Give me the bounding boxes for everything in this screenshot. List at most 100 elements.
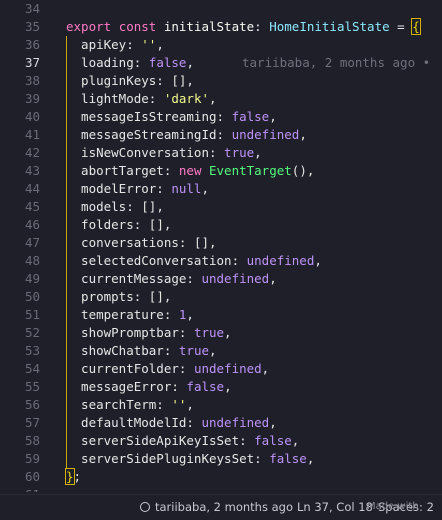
line-number: 42: [24, 145, 40, 160]
status-bar: tariibaba, 2 months ago Ln 37, Col 18 Sp…: [0, 494, 442, 520]
line-number: 43: [24, 163, 40, 178]
code-token: false: [148, 55, 187, 70]
line-number: 50: [24, 289, 40, 304]
code-token: loading:: [66, 55, 149, 70]
code-line[interactable]: 55 messageError: false,: [0, 378, 442, 396]
code-text: showPromptbar: true,: [66, 324, 232, 342]
code-line[interactable]: 59 serverSidePluginKeysSet: false,: [0, 450, 442, 468]
code-token: undefined: [231, 127, 300, 142]
code-token: ,: [186, 397, 194, 412]
code-token: ,: [224, 325, 232, 340]
line-number: 35: [24, 19, 40, 34]
code-text: folders: [],: [66, 216, 171, 234]
code-line[interactable]: 35 export const initialState: HomeInitial…: [0, 18, 442, 36]
code-text: modelError: null,: [66, 180, 209, 198]
code-text: currentMessage: undefined,: [66, 270, 277, 288]
line-number: 34: [24, 1, 40, 16]
code-line[interactable]: 37 loading: false, tariibaba, 2 months ag…: [0, 54, 442, 72]
code-line[interactable]: 44 modelError: null,: [0, 180, 442, 198]
code-token: conversations:: [66, 235, 194, 250]
code-line[interactable]: 46 folders: [],: [0, 216, 442, 234]
code-line[interactable]: 52 showPromptbar: true,: [0, 324, 442, 342]
code-text: apiKey: '',: [66, 36, 164, 54]
code-line[interactable]: 54 currentFolder: undefined,: [0, 360, 442, 378]
code-token: searchTerm:: [66, 397, 172, 412]
code-token: initialState: [163, 19, 255, 34]
cursor-position[interactable]: Ln 37, Col 18: [297, 500, 373, 514]
code-text: messageError: false,: [66, 378, 232, 396]
code-token: defaultModelId:: [66, 415, 202, 430]
code-line[interactable]: 39 lightMode: 'dark',: [0, 90, 442, 108]
inline-blame-annotation: tariibaba, 2 months ago •: [242, 55, 438, 70]
line-number: 41: [24, 127, 40, 142]
code-token: showPromptbar:: [66, 325, 194, 340]
code-line[interactable]: 58 serverSideApiKeyIsSet: false,: [0, 432, 442, 450]
code-text: pluginKeys: [],: [66, 72, 194, 90]
line-number: 36: [24, 37, 40, 52]
code-line[interactable]: 60};: [0, 468, 442, 486]
code-line[interactable]: 40 messageIsStreaming: false,: [0, 108, 442, 126]
code-token: ,: [261, 361, 270, 376]
code-text: conversations: [],: [66, 234, 216, 252]
code-line[interactable]: 48 selectedConversation: undefined,: [0, 252, 442, 270]
code-text: models: [],: [66, 198, 164, 216]
code-token: }: [65, 468, 75, 485]
code-token: ,: [254, 145, 262, 160]
code-token: ,: [209, 343, 217, 358]
code-line[interactable]: 38 pluginKeys: [],: [0, 72, 442, 90]
code-line[interactable]: 61: [0, 486, 442, 492]
code-token: ,: [156, 37, 164, 52]
code-token: '': [141, 37, 157, 52]
code-token: new: [178, 163, 209, 178]
code-token: pluginKeys:: [66, 73, 172, 88]
line-number: 53: [24, 343, 40, 358]
code-token: [],: [148, 289, 172, 304]
code-token: 'dark': [163, 91, 209, 106]
line-number: 51: [24, 307, 40, 322]
code-token: false: [269, 451, 307, 466]
code-line[interactable]: 45 models: [],: [0, 198, 442, 216]
code-token: lightMode:: [66, 91, 164, 106]
code-line[interactable]: 36 apiKey: '',: [0, 36, 442, 54]
line-number: 54: [24, 361, 40, 376]
code-line[interactable]: 50 prompts: [],: [0, 288, 442, 306]
code-token: isNewConversation:: [66, 145, 225, 160]
code-editor[interactable]: 34 35 export const initialState: HomeIniti…: [0, 0, 442, 492]
code-token: '': [171, 397, 187, 412]
code-line[interactable]: 57 defaultModelId: undefined,: [0, 414, 442, 432]
code-line[interactable]: 56 searchTerm: '',: [0, 396, 442, 414]
code-line[interactable]: 43 abortTarget: new EventTarget(),: [0, 162, 442, 180]
code-token: temperature:: [66, 307, 179, 322]
code-line[interactable]: 53 showChatbar: true,: [0, 342, 442, 360]
code-line[interactable]: 42 isNewConversation: true,: [0, 144, 442, 162]
code-line[interactable]: 47 conversations: [],: [0, 234, 442, 252]
line-number: 57: [24, 415, 40, 430]
code-token: ,: [209, 91, 217, 106]
code-line[interactable]: 51 temperature: 1,: [0, 306, 442, 324]
code-token: currentMessage:: [66, 271, 202, 286]
code-token: models:: [66, 199, 142, 214]
git-blame-status[interactable]: tariibaba, 2 months ago: [140, 500, 293, 514]
code-line[interactable]: 41 messageStreamingId: undefined,: [0, 126, 442, 144]
code-token: selectedConversation:: [66, 253, 247, 268]
code-token: ,: [224, 379, 232, 394]
code-token: false: [254, 433, 292, 448]
code-token: ,: [186, 55, 194, 70]
line-number: 40: [24, 109, 40, 124]
code-token: undefined: [201, 271, 270, 286]
code-token: showChatbar:: [66, 343, 179, 358]
line-number: 58: [24, 433, 40, 448]
code-line[interactable]: 34: [0, 0, 442, 18]
code-token: ,: [201, 181, 209, 196]
code-text: temperature: 1,: [66, 306, 194, 324]
code-text: messageStreamingId: undefined,: [66, 126, 307, 144]
code-token: [],: [171, 73, 194, 88]
code-text: defaultModelId: undefined,: [66, 414, 277, 432]
code-token: apiKey:: [66, 37, 142, 52]
git-blame-text: tariibaba, 2 months ago: [155, 500, 294, 514]
code-text: messageIsStreaming: false,: [66, 108, 277, 126]
line-number: 52: [24, 325, 40, 340]
line-number: 47: [24, 235, 40, 250]
code-token: messageIsStreaming:: [66, 109, 232, 124]
code-line[interactable]: 49 currentMessage: undefined,: [0, 270, 442, 288]
